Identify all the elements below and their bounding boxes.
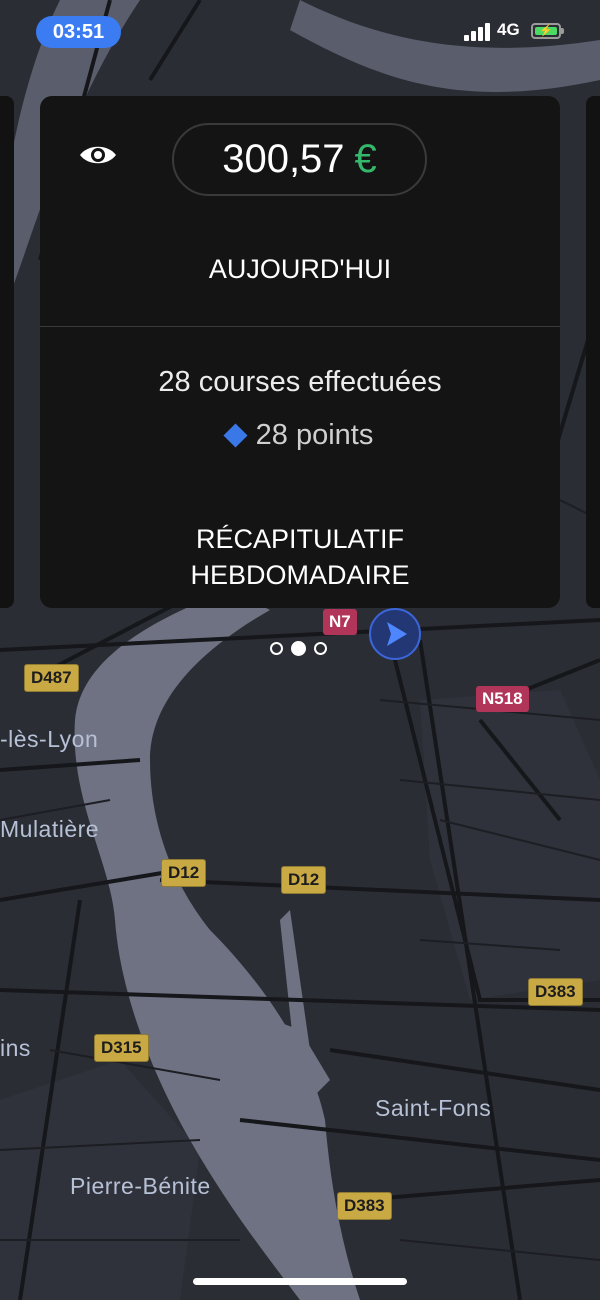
next-card-edge[interactable] bbox=[586, 96, 600, 608]
weekly-summary-button[interactable]: RÉCAPITULATIF HEBDOMADAIRE bbox=[40, 521, 560, 593]
network-type: 4G bbox=[497, 20, 520, 39]
weekly-summary-line2: HEBDOMADAIRE bbox=[190, 560, 410, 590]
place-label: Pierre-Bénite bbox=[70, 1173, 211, 1199]
earnings-amount[interactable]: 300,57 € bbox=[172, 123, 427, 196]
points-count: 28 points bbox=[40, 419, 560, 452]
divider bbox=[40, 326, 560, 327]
place-label: Mulatière bbox=[0, 816, 100, 842]
weekly-summary-line1: RÉCAPITULATIF bbox=[195, 524, 405, 554]
diamond-icon bbox=[223, 423, 248, 448]
road-shield: D487 bbox=[24, 664, 79, 692]
home-indicator[interactable] bbox=[193, 1278, 407, 1285]
page-dot-active[interactable] bbox=[291, 641, 306, 656]
battery-charging-icon: ⚡ bbox=[531, 23, 564, 39]
road-shield: D383 bbox=[337, 1192, 392, 1220]
road-shield: D383 bbox=[528, 978, 583, 1006]
points-label: 28 points bbox=[255, 419, 374, 451]
amount-currency: € bbox=[354, 137, 377, 181]
road-shield: D12 bbox=[281, 866, 327, 894]
earnings-card[interactable]: 300,57 € AUJOURD'HUI 28 courses effectué… bbox=[40, 96, 560, 608]
page-indicator bbox=[270, 641, 327, 656]
place-label: Saint-Fons bbox=[375, 1095, 492, 1121]
place-label: -lès-Lyon bbox=[0, 726, 99, 752]
period-label: AUJOURD'HUI bbox=[208, 254, 392, 284]
road-shield: N7 bbox=[323, 609, 357, 635]
trips-count: 28 courses effectuées bbox=[158, 366, 442, 398]
eye-icon[interactable] bbox=[78, 140, 118, 170]
amount-value: 300,57 bbox=[222, 137, 345, 181]
page-dot[interactable] bbox=[270, 642, 283, 655]
previous-card-edge[interactable] bbox=[0, 96, 14, 608]
current-location-icon bbox=[369, 608, 421, 660]
cellular-signal-icon bbox=[464, 23, 492, 41]
road-shield: D315 bbox=[94, 1034, 149, 1062]
road-shield: N518 bbox=[476, 686, 529, 712]
status-time: 03:51 bbox=[36, 16, 121, 48]
road-shield: D12 bbox=[161, 859, 207, 887]
page-dot[interactable] bbox=[314, 642, 327, 655]
place-label: ins bbox=[0, 1035, 31, 1061]
